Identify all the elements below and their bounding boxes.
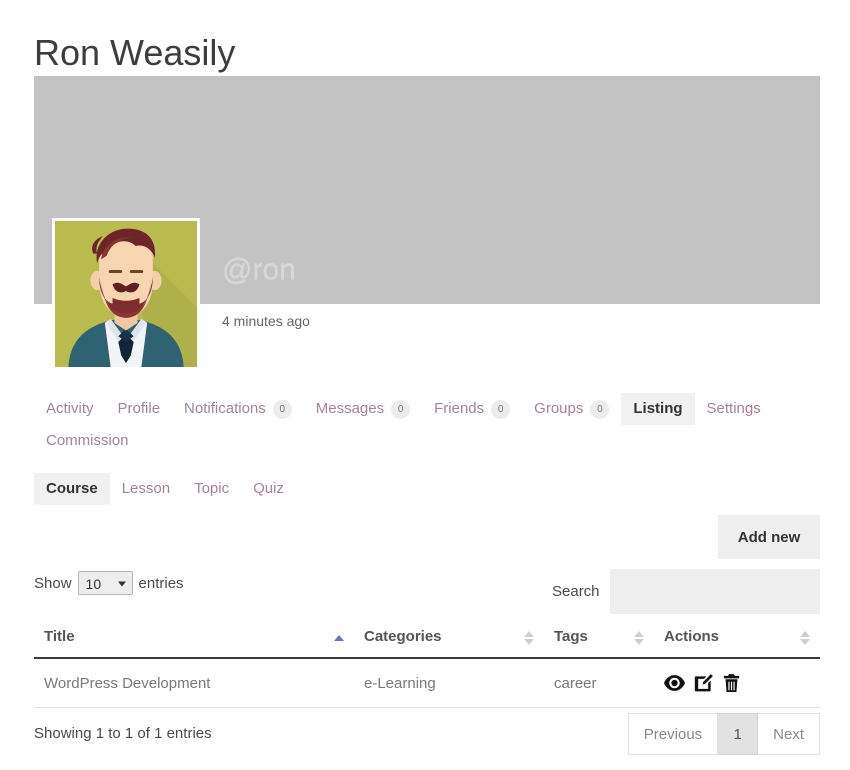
nav-item-badge: 0 [491, 399, 511, 419]
table-row: WordPress Development e-Learning career [34, 658, 820, 708]
nav-item-groups[interactable]: Groups 0 [522, 393, 621, 425]
nav-item-listing[interactable]: Listing [621, 393, 695, 425]
row-actions [664, 673, 810, 693]
nav-item-label: Messages [315, 400, 385, 417]
column-header-categories[interactable]: Categories [354, 618, 544, 659]
pagination-1[interactable]: 1 [718, 713, 759, 755]
last-active-text: 4 minutes ago [222, 313, 310, 329]
sort-none-icon [524, 630, 534, 645]
nav-item-label: Notifications [184, 400, 266, 417]
cell-title: WordPress Development [34, 658, 354, 708]
nav-item-badge: 0 [590, 399, 610, 419]
nav-item-label: Friends [434, 400, 485, 417]
column-header-title[interactable]: Title [34, 618, 354, 659]
column-header-label: Categories [364, 628, 442, 645]
profile-handle: @ron [222, 253, 296, 286]
nav-item-settings[interactable]: Settings [695, 393, 773, 425]
show-label: Show [34, 574, 72, 592]
cell-categories: e-Learning [354, 658, 544, 708]
listing-table: Title Categories Tags Actions WordPress Dev… [34, 618, 820, 708]
profile-nav: Activity Profile Notifications 0 Messages 0 Fr… [34, 393, 824, 457]
listing-type-nav: Course Lesson Topic Quiz [34, 473, 296, 505]
nav-item-label: Commission [46, 432, 129, 449]
search-label: Search [552, 583, 600, 600]
table-body: WordPress Development e-Learning career [34, 658, 820, 708]
sort-none-icon [800, 630, 810, 645]
column-header-tags[interactable]: Tags [544, 618, 654, 659]
column-header-label: Actions [664, 628, 720, 645]
cell-tags: career [544, 658, 654, 708]
column-header-actions[interactable]: Actions [654, 618, 820, 659]
table-info: Showing 1 to 1 of 1 entries [34, 725, 212, 742]
nav-item-notifications[interactable]: Notifications 0 [172, 393, 304, 425]
delete-icon[interactable] [723, 673, 740, 693]
nav-item-badge: 0 [391, 399, 411, 419]
table-length-control: Show 102550100 entries [34, 571, 184, 596]
profile-listing-page: Ron Weasily @ron 4 minutes ago Activity … [0, 0, 850, 770]
table-header-row: Title Categories Tags Actions [34, 618, 820, 659]
subnav-item-course[interactable]: Course [34, 473, 110, 505]
nav-item-label: Settings [706, 400, 761, 417]
subnav-item-lesson[interactable]: Lesson [110, 473, 182, 505]
page-title: Ron Weasily [34, 32, 236, 74]
search-input[interactable] [609, 569, 820, 614]
sort-ascending-icon [334, 634, 344, 641]
entries-label: entries [138, 574, 184, 592]
nav-item-label: Listing [633, 400, 683, 417]
column-header-label: Tags [554, 628, 588, 645]
nav-item-label: Profile [117, 400, 161, 417]
view-icon[interactable] [664, 675, 685, 691]
nav-item-friends[interactable]: Friends 0 [422, 393, 522, 425]
pagination-next[interactable]: Next [758, 713, 820, 755]
pagination: Previous 1 Next [627, 713, 820, 755]
page-length-select-wrap: 102550100 [77, 571, 133, 596]
subnav-item-topic[interactable]: Topic [182, 473, 241, 505]
page-length-select[interactable]: 102550100 [77, 571, 133, 595]
avatar[interactable] [52, 218, 200, 370]
subnav-item-quiz[interactable]: Quiz [241, 473, 296, 505]
nav-item-commission[interactable]: Commission [34, 425, 141, 457]
add-new-button[interactable]: Add new [718, 515, 820, 559]
nav-item-badge: 0 [272, 399, 292, 419]
pagination-previous[interactable]: Previous [627, 713, 719, 755]
table-head: Title Categories Tags Actions [34, 618, 820, 659]
nav-item-messages[interactable]: Messages 0 [304, 393, 422, 425]
avatar-illustration [55, 221, 197, 367]
column-header-label: Title [44, 628, 75, 645]
nav-item-activity[interactable]: Activity [34, 393, 106, 425]
sort-none-icon [634, 630, 644, 645]
nav-item-label: Groups [534, 400, 584, 417]
cell-actions [654, 658, 820, 708]
table-search-control: Search [552, 569, 820, 614]
nav-item-label: Activity [46, 400, 94, 417]
nav-item-profile[interactable]: Profile [106, 393, 173, 425]
edit-icon[interactable] [694, 673, 714, 693]
